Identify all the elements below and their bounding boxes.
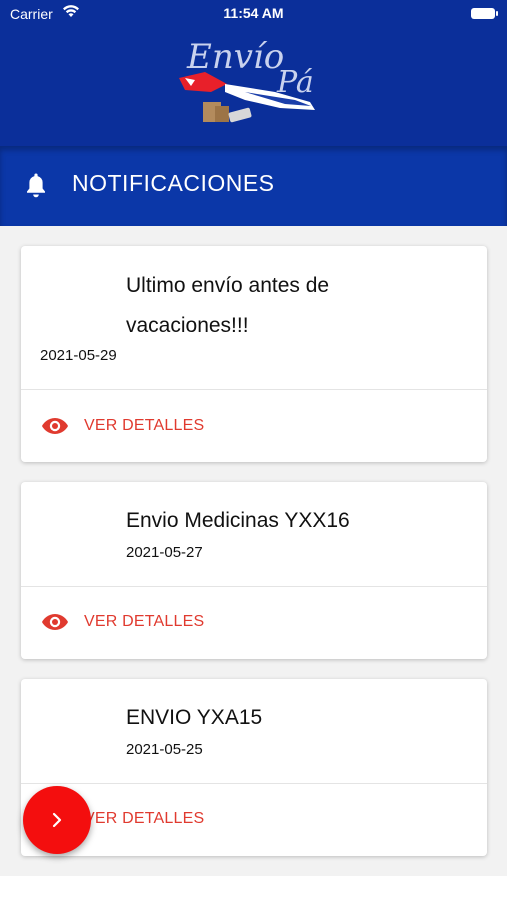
status-bar: Carrier 11:54 AM: [0, 0, 507, 30]
card-divider: [21, 783, 487, 784]
card-divider: [21, 389, 487, 390]
floating-action-button[interactable]: [23, 786, 91, 854]
notification-title: Ultimo envío antes de: [126, 274, 330, 297]
page-title: NOTIFICACIONES: [72, 170, 275, 196]
chevron-right-icon: [52, 812, 62, 828]
view-details-label: VER DETALLES: [84, 613, 205, 630]
bell-icon: [27, 173, 45, 198]
view-details-label: VER DETALLES: [84, 417, 205, 434]
notification-card: Envio Medicinas YXX16 2021-05-27 VER DET…: [21, 482, 487, 659]
logo-text-envio: Envío: [186, 37, 284, 77]
logo-text-pa: Pá: [276, 65, 314, 100]
eye-icon: [42, 418, 68, 434]
notification-date: 2021-05-25: [126, 741, 203, 758]
page-title-bar: NOTIFICACIONES: [0, 146, 507, 226]
notification-card: ENVIO YXA15 2021-05-25 VER DETALLES: [21, 679, 487, 856]
app-header: Carrier 11:54 AM Envío Pá: [0, 0, 507, 146]
view-details-button[interactable]: VER DETALLES: [41, 411, 204, 441]
card-divider: [21, 586, 487, 587]
envio-pa-logo: Envío Pá: [179, 37, 315, 123]
notification-title: Envio Medicinas YXX16: [126, 509, 350, 532]
notification-title-line2: vacaciones!!!: [126, 314, 249, 337]
eye-icon: [42, 614, 68, 630]
notification-date: 2021-05-27: [126, 544, 203, 561]
battery-icon: [471, 8, 498, 19]
view-details-label: VER DETALLES: [84, 810, 205, 827]
notification-card: Ultimo envío antes de vacaciones!!! 2021…: [21, 246, 487, 462]
status-time: 11:54 AM: [223, 5, 284, 21]
notification-title: ENVIO YXA15: [126, 706, 263, 729]
bottom-area: [0, 876, 507, 900]
view-details-button[interactable]: VER DETALLES: [41, 607, 204, 637]
app-screen: Carrier 11:54 AM Envío Pá NOTIFICACIONES…: [0, 0, 507, 900]
notification-date: 2021-05-29: [40, 347, 117, 364]
